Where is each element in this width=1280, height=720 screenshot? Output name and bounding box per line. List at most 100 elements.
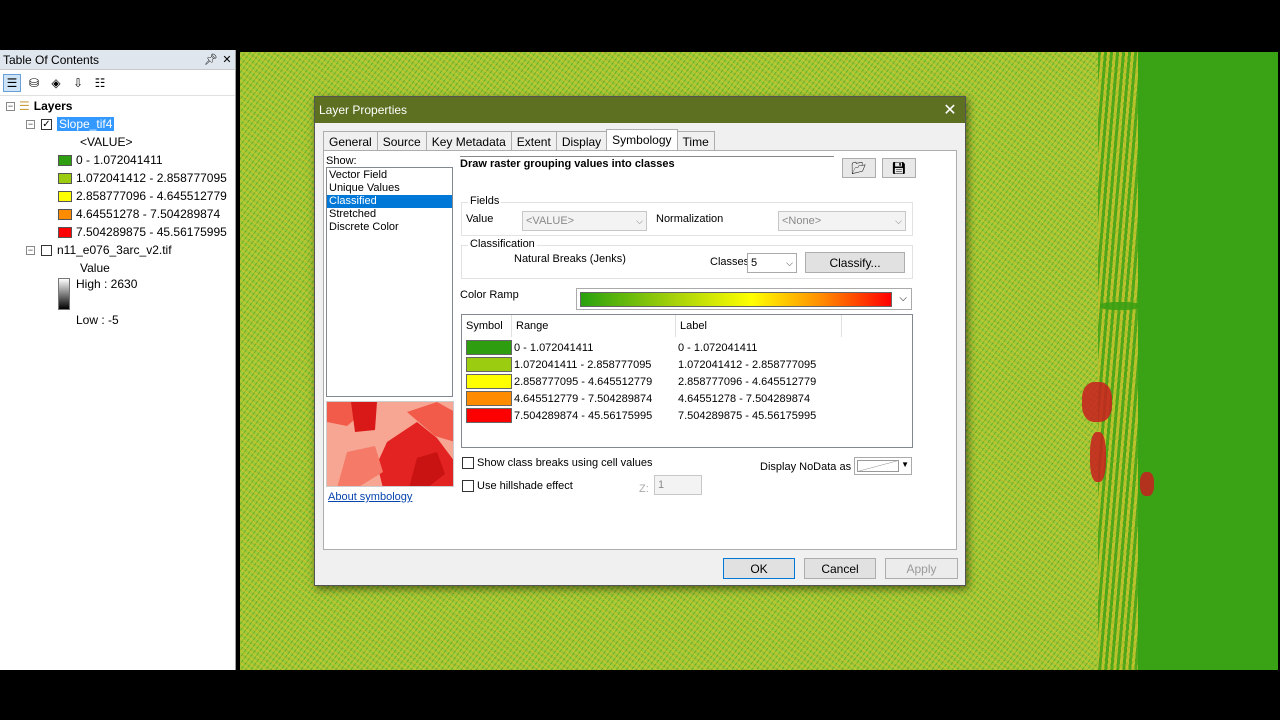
layer-visibility-checkbox[interactable]: ✓ [41,118,52,130]
color-ramp-select[interactable]: ⌵ [576,288,912,310]
table-row[interactable]: 2.858777095 - 4.645512779 2.858777096 - … [462,374,912,391]
dialog-tabs: General Source Key Metadata Extent Displ… [323,129,715,150]
normalization-select[interactable]: <None> ⌵ [778,211,906,231]
class-range[interactable]: 1.072041411 - 2.858777095 [514,357,651,374]
normalization-selected: <None> [782,215,822,227]
z-factor-input[interactable]: 1 [654,475,702,495]
class-range[interactable]: 7.504289874 - 45.56175995 [514,408,652,425]
class-range[interactable]: 4.645512779 - 7.504289874 [514,391,652,408]
class-symbol[interactable] [466,374,512,389]
class-symbol[interactable] [466,357,512,372]
layer-name[interactable]: Slope_tif4 [57,117,115,131]
class-symbol[interactable] [466,408,512,423]
layer-row-dem[interactable]: − n11_e076_3arc_v2.tif [26,242,172,258]
legend-class-5: 7.504289875 - 45.56175995 [58,224,227,240]
tab-display[interactable]: Display [555,131,608,150]
low-label: Low : -5 [76,313,119,327]
layer-visibility-checkbox[interactable] [41,244,52,256]
legend-swatch [58,172,72,184]
cancel-button[interactable]: Cancel [804,558,876,579]
toc-title-bar: Table Of Contents 📌︎ ✕ [0,50,235,70]
map-high-slope-area [1090,432,1106,482]
tab-symbology[interactable]: Symbology [606,129,678,150]
classes-count-select[interactable]: 5 ⌵ [747,253,797,273]
field-label: Value [80,261,110,275]
class-label[interactable]: 2.858777096 - 4.645512779 [678,374,816,391]
header-label[interactable]: Label [676,315,842,337]
apply-button[interactable]: Apply [885,558,958,579]
save-icon: 💾︎ [891,161,907,175]
list-by-visibility-icon[interactable]: ◈ [47,74,65,92]
renderer-stretched[interactable]: Stretched [327,208,452,221]
field-label: <VALUE> [80,135,133,149]
show-class-breaks-checkbox[interactable]: Show class breaks using cell values [462,457,652,469]
class-label[interactable]: 4.64551278 - 7.504289874 [678,391,810,408]
layer-tree: − ☰ Layers − ✓ Slope_tif4 <VALUE> 0 - 1.… [0,96,235,327]
checkbox-box[interactable] [462,480,474,492]
normalization-label: Normalization [656,213,724,225]
tab-extent[interactable]: Extent [510,131,557,150]
header-symbol[interactable]: Symbol [462,315,512,337]
use-hillshade-checkbox[interactable]: Use hillshade effect [462,480,573,492]
open-folder-button[interactable]: 📂︎ [842,158,876,178]
class-label[interactable]: 0 - 1.072041411 [678,340,757,357]
legend-swatch [58,208,72,220]
show-label: Show: [326,155,357,167]
renderer-discrete-color[interactable]: Discrete Color [327,221,452,234]
options-icon[interactable]: ☷ [91,74,109,92]
layers-root-label: Layers [33,99,73,113]
about-symbology-link[interactable]: About symbology [328,491,412,503]
table-row[interactable]: 4.645512779 - 7.504289874 4.64551278 - 7… [462,391,912,408]
tab-general[interactable]: General [323,131,378,150]
class-range[interactable]: 0 - 1.072041411 [514,340,593,357]
class-label[interactable]: 7.504289875 - 45.56175995 [678,408,816,425]
toc-toolbar: ☰ ⛁ ◈ ⇩ ☷ [0,70,235,96]
collapse-icon[interactable]: − [26,119,35,129]
class-symbol[interactable] [466,391,512,406]
legend-label: 0 - 1.072041411 [76,153,163,167]
desktop: Table Of Contents 📌︎ ✕ ☰ ⛁ ◈ ⇩ ☷ − ☰ Lay… [0,50,1280,670]
layer-name[interactable]: n11_e076_3arc_v2.tif [57,243,172,257]
close-icon[interactable]: ✕ [219,53,235,66]
preview-graphic [327,402,453,486]
layer-row-slope[interactable]: − ✓ Slope_tif4 [26,116,115,132]
tab-source[interactable]: Source [376,131,427,150]
dialog-title: Layer Properties [319,103,408,117]
class-range[interactable]: 2.858777095 - 4.645512779 [514,374,652,391]
list-by-selection-icon[interactable]: ⇩ [69,74,87,92]
close-icon[interactable]: ✕ [935,100,965,120]
map-river [1100,302,1140,310]
nodata-label: Display NoData as [760,461,852,473]
renderer-classified[interactable]: Classified [327,195,452,208]
classes-table: Symbol Range Label 0 - 1.072041411 0 - 1… [461,314,913,448]
save-button[interactable]: 💾︎ [882,158,916,178]
legend-swatch [58,226,72,238]
map-high-slope-area [1082,382,1112,422]
classification-method: Natural Breaks (Jenks) [514,253,626,265]
checkbox-box[interactable] [462,457,474,469]
layers-root-row[interactable]: − ☰ Layers [6,98,72,114]
class-label[interactable]: 1.072041412 - 2.858777095 [678,357,816,374]
nodata-color-picker[interactable]: ▼ [854,457,912,475]
tab-key-metadata[interactable]: Key Metadata [425,131,512,150]
header-range[interactable]: Range [512,315,676,337]
collapse-icon[interactable]: − [6,101,15,111]
renderer-unique-values[interactable]: Unique Values [327,182,452,195]
legend-label: 7.504289875 - 45.56175995 [76,225,227,239]
tab-time[interactable]: Time [676,131,715,150]
table-row[interactable]: 1.072041411 - 2.858777095 1.072041412 - … [462,357,912,374]
value-field-select[interactable]: <VALUE> ⌵ [522,211,647,231]
list-by-drawing-order-icon[interactable]: ☰ [3,73,21,92]
classes-count-selected: 5 [751,257,758,269]
class-symbol[interactable] [466,340,512,355]
renderer-vector-field[interactable]: Vector Field [327,169,452,182]
table-row[interactable]: 0 - 1.072041411 0 - 1.072041411 [462,340,912,357]
ok-button[interactable]: OK [723,558,795,579]
renderer-list: Vector Field Unique Values Classified St… [326,167,453,397]
table-row[interactable]: 7.504289874 - 45.56175995 7.504289875 - … [462,408,912,425]
list-by-source-icon[interactable]: ⛁ [25,74,43,92]
classify-button[interactable]: Classify... [805,252,905,273]
pin-icon[interactable]: 📌︎ [203,53,219,66]
high-label: High : 2630 [76,277,138,291]
collapse-icon[interactable]: − [26,245,35,255]
